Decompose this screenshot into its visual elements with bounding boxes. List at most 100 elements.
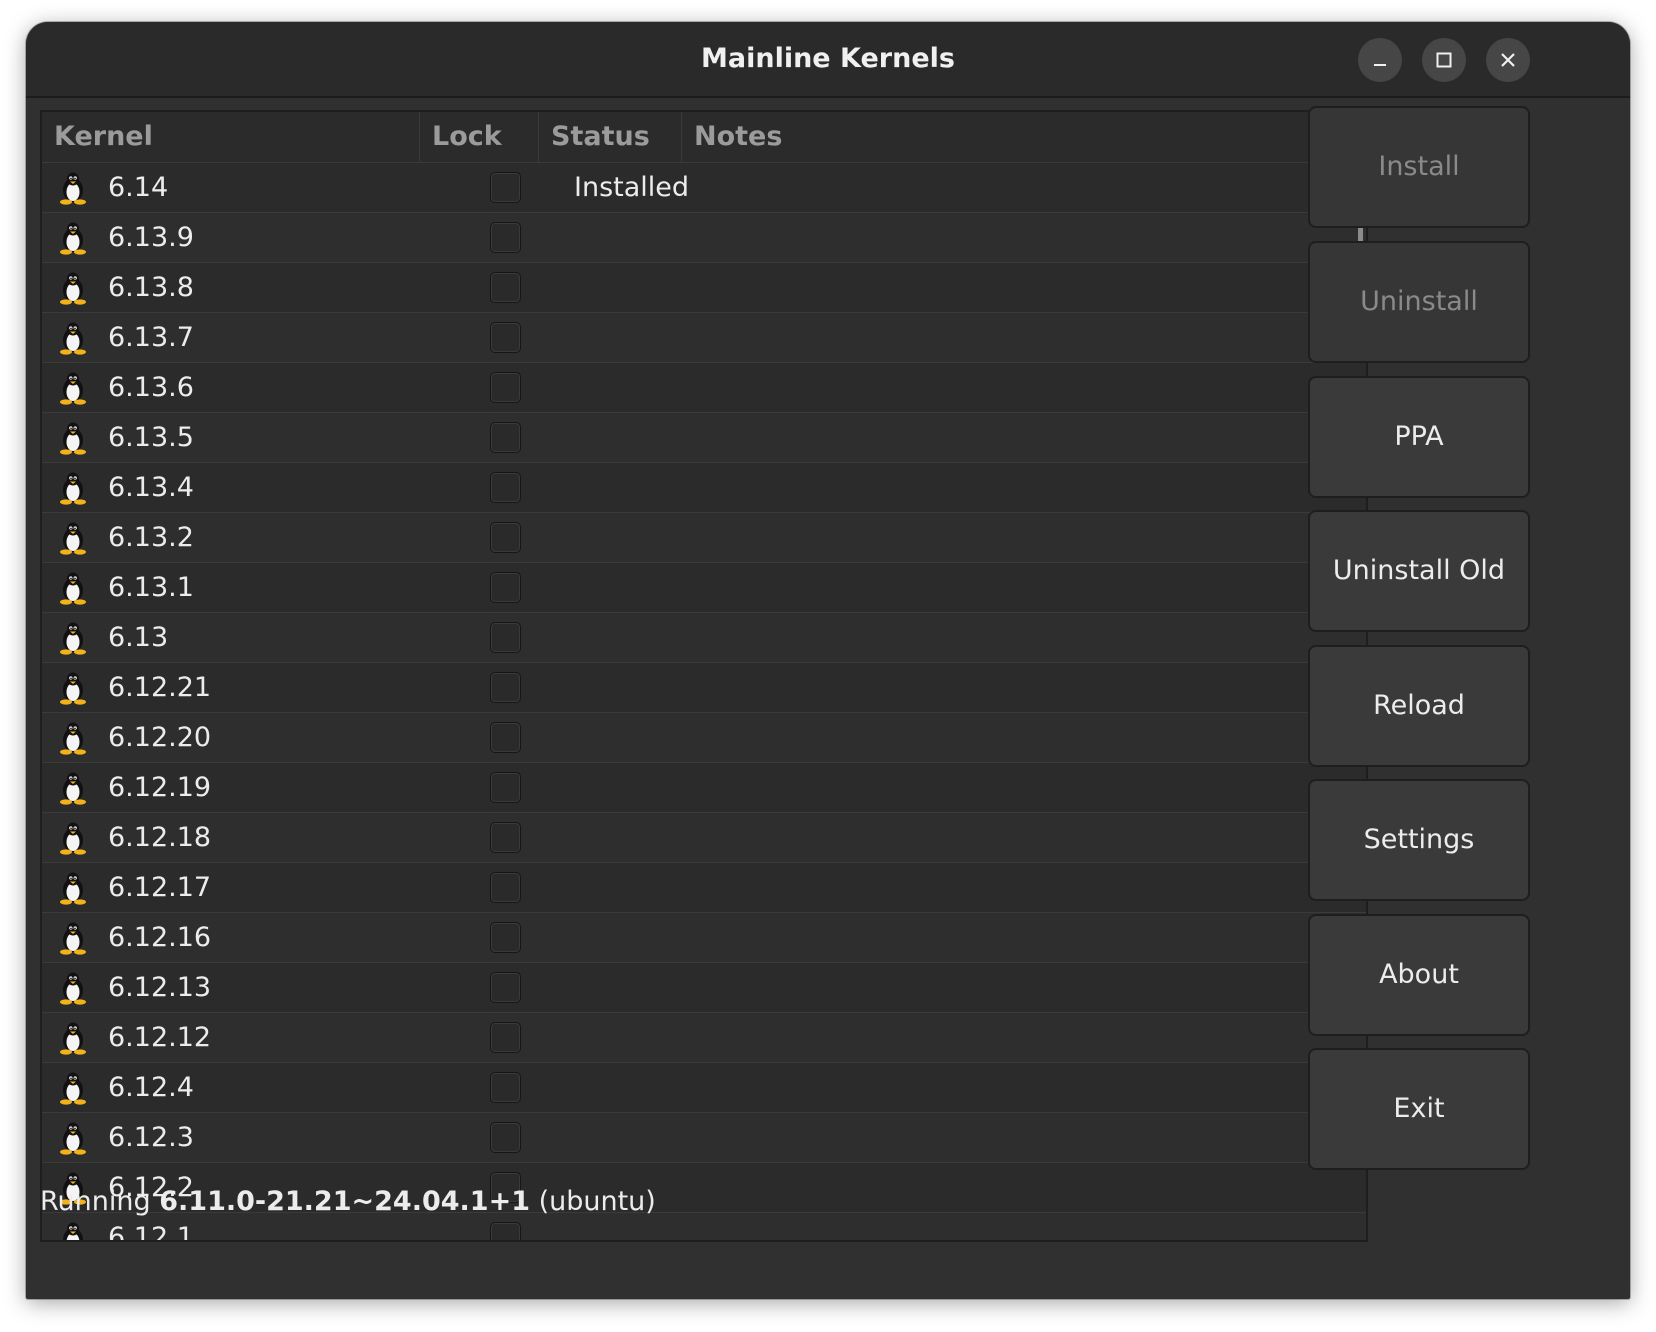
lock-checkbox[interactable] xyxy=(490,272,521,303)
lock-checkbox[interactable] xyxy=(490,1122,521,1153)
lock-checkbox[interactable] xyxy=(490,722,521,753)
tux-penguin-icon xyxy=(58,321,88,355)
table-row[interactable]: 6.13.5 xyxy=(42,412,1366,462)
table-row[interactable]: 6.13 xyxy=(42,612,1366,662)
tux-penguin-icon xyxy=(58,571,88,605)
table-row[interactable]: 6.13.6 xyxy=(42,362,1366,412)
kernel-version: 6.12.21 xyxy=(108,672,212,703)
kernel-status: Installed xyxy=(574,172,690,203)
kernel-version: 6.13.1 xyxy=(108,572,194,603)
tux-penguin-icon xyxy=(58,671,88,705)
tux-penguin-icon xyxy=(58,721,88,755)
tux-penguin-icon xyxy=(58,921,88,955)
kernel-version: 6.12.18 xyxy=(108,822,212,853)
table-row[interactable]: 6.12.21 xyxy=(42,662,1366,712)
table-row[interactable]: 6.12.12 xyxy=(42,1012,1366,1062)
table-row[interactable]: 6.14 Installed xyxy=(42,162,1366,212)
minimize-icon xyxy=(1374,64,1386,66)
install-button[interactable]: Install xyxy=(1308,106,1530,228)
column-header-notes[interactable]: Notes xyxy=(694,112,782,162)
kernel-version: 6.13.4 xyxy=(108,472,194,503)
tux-penguin-icon xyxy=(58,471,88,505)
list-header: Kernel Lock Status Notes xyxy=(42,112,1366,162)
table-row[interactable]: 6.12.13 xyxy=(42,962,1366,1012)
table-row[interactable]: 6.12.17 xyxy=(42,862,1366,912)
lock-checkbox[interactable] xyxy=(490,822,521,853)
status-suffix: (ubuntu) xyxy=(529,1186,656,1217)
table-row[interactable]: 6.13.8 xyxy=(42,262,1366,312)
title-bar[interactable]: Mainline Kernels xyxy=(26,22,1630,98)
column-header-kernel[interactable]: Kernel xyxy=(54,112,153,162)
table-row[interactable]: 6.12.19 xyxy=(42,762,1366,812)
table-row[interactable]: 6.12.20 xyxy=(42,712,1366,762)
kernel-version: 6.12.12 xyxy=(108,1022,212,1053)
uninstall-old-button[interactable]: Uninstall Old xyxy=(1308,510,1530,632)
ppa-button[interactable]: PPA xyxy=(1308,376,1530,498)
tux-penguin-icon xyxy=(58,221,88,255)
table-row[interactable]: 6.12.16 xyxy=(42,912,1366,962)
kernel-version: 6.12.17 xyxy=(108,872,212,903)
exit-button[interactable]: Exit xyxy=(1308,1048,1530,1170)
lock-checkbox[interactable] xyxy=(490,222,521,253)
table-row[interactable]: 6.12.3 xyxy=(42,1112,1366,1162)
lock-checkbox[interactable] xyxy=(490,922,521,953)
tux-penguin-icon xyxy=(58,1121,88,1155)
kernel-version: 6.12.4 xyxy=(108,1072,194,1103)
kernel-version: 6.12.20 xyxy=(108,722,212,753)
kernel-version: 6.12.13 xyxy=(108,972,212,1003)
maximize-button[interactable] xyxy=(1422,38,1466,82)
table-row[interactable]: 6.13.2 xyxy=(42,512,1366,562)
table-row[interactable]: 6.13.4 xyxy=(42,462,1366,512)
running-kernel-version: 6.11.0-21.21~24.04.1+1 xyxy=(159,1186,530,1217)
kernel-rows: 6.14 Installed 6.13.9 6.13.8 6.13.7 6.13.6 6.1… xyxy=(42,162,1366,1240)
kernel-version: 6.12.16 xyxy=(108,922,212,953)
kernel-version: 6.13 xyxy=(108,622,169,653)
lock-checkbox[interactable] xyxy=(490,622,521,653)
lock-checkbox[interactable] xyxy=(490,772,521,803)
tux-penguin-icon xyxy=(58,621,88,655)
close-icon xyxy=(1501,53,1515,67)
table-row[interactable]: 6.13.1 xyxy=(42,562,1366,612)
tux-penguin-icon xyxy=(58,871,88,905)
tux-penguin-icon xyxy=(58,1021,88,1055)
kernel-version: 6.14 xyxy=(108,172,169,203)
lock-checkbox[interactable] xyxy=(490,172,521,203)
lock-checkbox[interactable] xyxy=(490,372,521,403)
column-header-lock[interactable]: Lock xyxy=(432,112,502,162)
tux-penguin-icon xyxy=(58,421,88,455)
kernel-version: 6.13.9 xyxy=(108,222,194,253)
about-button[interactable]: About xyxy=(1308,914,1530,1036)
lock-checkbox[interactable] xyxy=(490,1072,521,1103)
settings-button[interactable]: Settings xyxy=(1308,779,1530,901)
table-row[interactable]: 6.13.7 xyxy=(42,312,1366,362)
kernel-version: 6.12.3 xyxy=(108,1122,194,1153)
lock-checkbox[interactable] xyxy=(490,972,521,1003)
main-window: Mainline Kernels Kernel Lock Status Note… xyxy=(26,22,1630,1299)
lock-checkbox[interactable] xyxy=(490,1022,521,1053)
table-row[interactable]: 6.13.9 xyxy=(42,212,1366,262)
lock-checkbox[interactable] xyxy=(490,572,521,603)
lock-checkbox[interactable] xyxy=(490,522,521,553)
kernel-list[interactable]: Kernel Lock Status Notes 6.14 Installed 6.… xyxy=(40,110,1368,1242)
status-prefix: Running xyxy=(40,1186,160,1217)
tux-penguin-icon xyxy=(58,521,88,555)
close-button[interactable] xyxy=(1486,38,1530,82)
column-header-status[interactable]: Status xyxy=(551,112,650,162)
tux-penguin-icon xyxy=(58,971,88,1005)
lock-checkbox[interactable] xyxy=(490,422,521,453)
lock-checkbox[interactable] xyxy=(490,472,521,503)
uninstall-button[interactable]: Uninstall xyxy=(1308,241,1530,363)
lock-checkbox[interactable] xyxy=(490,872,521,903)
minimize-button[interactable] xyxy=(1358,38,1402,82)
tux-penguin-icon xyxy=(58,271,88,305)
tux-penguin-icon xyxy=(58,1071,88,1105)
maximize-icon xyxy=(1436,52,1452,68)
lock-checkbox[interactable] xyxy=(490,1222,521,1240)
lock-checkbox[interactable] xyxy=(490,672,521,703)
reload-button[interactable]: Reload xyxy=(1308,645,1530,767)
table-row[interactable]: 6.12.4 xyxy=(42,1062,1366,1112)
lock-checkbox[interactable] xyxy=(490,322,521,353)
kernel-version: 6.13.8 xyxy=(108,272,194,303)
kernel-version: 6.13.6 xyxy=(108,372,194,403)
table-row[interactable]: 6.12.18 xyxy=(42,812,1366,862)
